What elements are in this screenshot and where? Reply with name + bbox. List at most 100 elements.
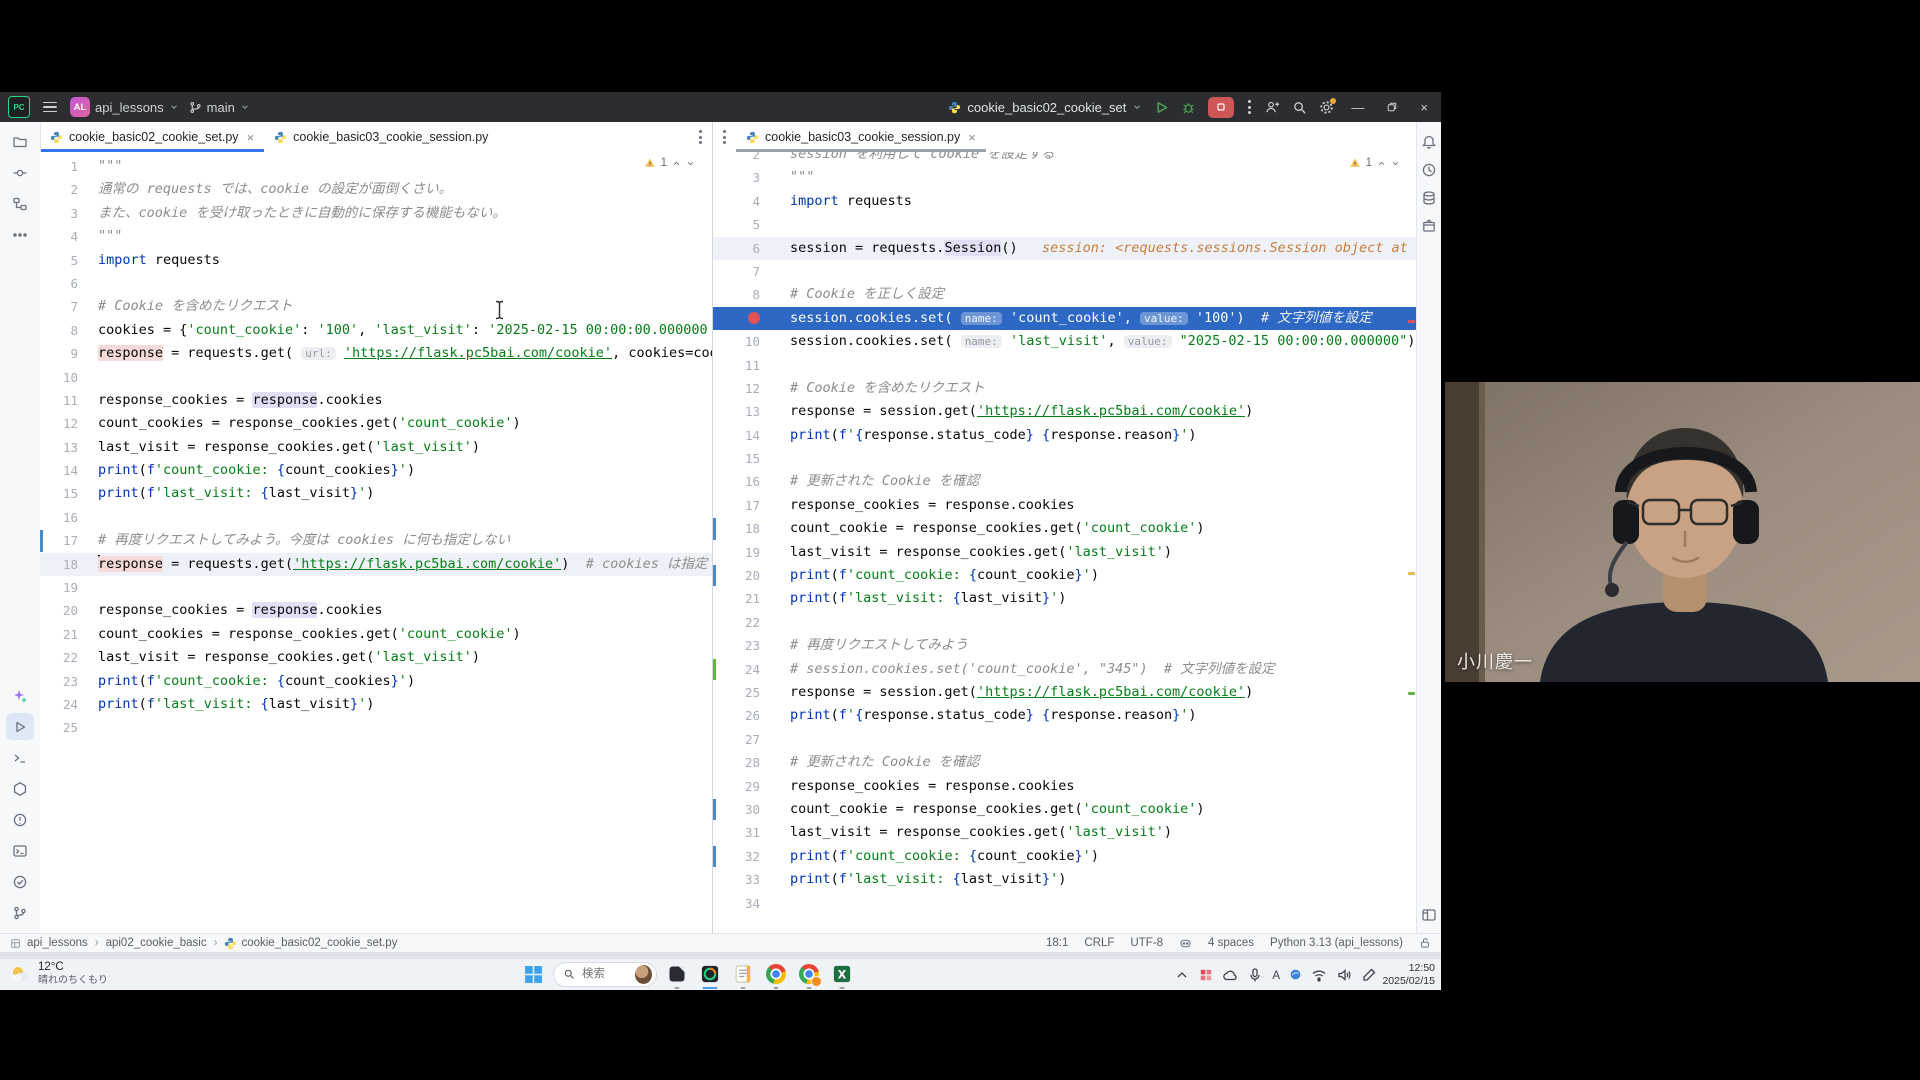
- indent-setting[interactable]: 4 spaces: [1208, 937, 1254, 949]
- gutter-right-18[interactable]: 18: [713, 517, 790, 540]
- file-encoding[interactable]: UTF-8: [1130, 937, 1163, 949]
- close-tab-icon[interactable]: ×: [968, 130, 976, 145]
- pen-icon[interactable]: [1361, 967, 1377, 983]
- tab-cookie_basic02_cookie_set.py[interactable]: cookie_basic02_cookie_set.py×: [40, 122, 264, 152]
- gutter-left-4[interactable]: 4: [40, 225, 98, 248]
- gutter-right-19[interactable]: 19: [713, 541, 790, 564]
- chevron-up-icon[interactable]: [1377, 159, 1386, 168]
- gutter-right-16[interactable]: 16: [713, 470, 790, 493]
- tab-cookie_basic03_cookie_session.py[interactable]: cookie_basic03_cookie_session.py: [264, 122, 498, 152]
- project-folder-icon[interactable]: [6, 128, 34, 155]
- gutter-right-28[interactable]: 28: [713, 751, 790, 774]
- branch-widget[interactable]: main: [189, 100, 250, 115]
- notifications-icon[interactable]: [1418, 130, 1440, 154]
- commit-icon[interactable]: [6, 159, 34, 186]
- run-tool-icon[interactable]: [6, 713, 34, 740]
- gutter-right-14[interactable]: 14: [713, 424, 790, 447]
- close-button[interactable]: ×: [1415, 100, 1433, 115]
- gutter-right-23[interactable]: 23: [713, 634, 790, 657]
- gutter-right-3[interactable]: 3: [713, 166, 790, 189]
- gutter-right-31[interactable]: 31: [713, 821, 790, 844]
- restore-button[interactable]: [1381, 101, 1403, 113]
- project-widget[interactable]: AL api_lessons: [70, 97, 179, 117]
- gutter-right-15[interactable]: 15: [713, 447, 790, 470]
- chevron-down-icon[interactable]: [686, 159, 695, 168]
- gutter-right-6[interactable]: 6: [713, 237, 790, 260]
- tab-cookie_basic03_cookie_session.py[interactable]: cookie_basic03_cookie_session.py×: [736, 122, 986, 152]
- split-menu-icon[interactable]: [713, 126, 736, 148]
- gutter-right-21[interactable]: 21: [713, 587, 790, 610]
- gutter-left-20[interactable]: 20: [40, 599, 98, 622]
- search-everywhere-icon[interactable]: [1292, 100, 1307, 115]
- code-with-me-icon[interactable]: [1265, 100, 1280, 115]
- pycharm-app-icon[interactable]: [697, 961, 723, 987]
- main-menu-icon[interactable]: [40, 99, 60, 116]
- gutter-right-7[interactable]: 7: [713, 260, 790, 283]
- copilot-icon[interactable]: [1179, 937, 1192, 950]
- editor-right[interactable]: 1 2session を利用して cookie を設定する3"""4import…: [713, 152, 1417, 933]
- breadcrumb-item[interactable]: api02_cookie_basic: [106, 937, 207, 949]
- settings-gear-icon[interactable]: [1319, 100, 1334, 115]
- gutter-left-19[interactable]: 19: [40, 576, 98, 599]
- dark-app-icon[interactable]: [664, 961, 690, 987]
- gutter-right-27[interactable]: 27: [713, 728, 790, 751]
- caret-position[interactable]: 18:1: [1046, 937, 1068, 949]
- gutter-right-4[interactable]: 4: [713, 190, 790, 213]
- stop-button[interactable]: [1208, 97, 1234, 118]
- gutter-right-20[interactable]: 20: [713, 564, 790, 587]
- notes-app-icon[interactable]: [730, 961, 756, 987]
- gutter-right-9[interactable]: [713, 307, 790, 330]
- gutter-left-9[interactable]: 9: [40, 342, 98, 365]
- debug-button[interactable]: [1181, 100, 1196, 115]
- gutter-left-11[interactable]: 11: [40, 389, 98, 412]
- onedrive-icon[interactable]: [1222, 967, 1238, 983]
- gutter-right-2[interactable]: 2: [713, 152, 790, 166]
- blue-dot-icon[interactable]: [1289, 968, 1302, 981]
- gutter-right-34[interactable]: 34: [713, 892, 790, 915]
- split-menu-icon[interactable]: [689, 126, 712, 148]
- structure-icon[interactable]: [6, 190, 34, 217]
- more-tools-icon[interactable]: [6, 221, 34, 248]
- gutter-left-14[interactable]: 14: [40, 459, 98, 482]
- gutter-right-30[interactable]: 30: [713, 798, 790, 821]
- history-icon[interactable]: [1418, 158, 1440, 182]
- excel-app-icon[interactable]: X: [829, 961, 855, 987]
- gutter-left-7[interactable]: 7: [40, 295, 98, 318]
- database-icon[interactable]: [1418, 186, 1440, 210]
- gutter-left-15[interactable]: 15: [40, 482, 98, 505]
- tray-expand-icon[interactable]: [1174, 967, 1190, 983]
- layout-icon[interactable]: [1418, 903, 1440, 927]
- services-icon[interactable]: [6, 775, 34, 802]
- editor-left[interactable]: 1 1"""2通常の requests では、cookie の設定が面倒くさい。…: [40, 152, 712, 933]
- gutter-left-25[interactable]: 25: [40, 716, 98, 739]
- unlocked-icon[interactable]: [1419, 937, 1431, 949]
- version-control-icon[interactable]: [6, 899, 34, 926]
- gutter-right-13[interactable]: 13: [713, 400, 790, 423]
- breadcrumb-item[interactable]: cookie_basic02_cookie_set.py: [224, 937, 397, 950]
- gutter-left-16[interactable]: 16: [40, 506, 98, 529]
- ai-assistant-icon[interactable]: [6, 682, 34, 709]
- gutter-right-25[interactable]: 25: [713, 681, 790, 704]
- inspections-widget[interactable]: 1: [1344, 156, 1405, 170]
- gutter-left-5[interactable]: 5: [40, 249, 98, 272]
- gutter-left-10[interactable]: 10: [40, 366, 98, 389]
- gutter-left-23[interactable]: 23: [40, 670, 98, 693]
- wifi-icon[interactable]: [1311, 967, 1327, 983]
- gutter-right-26[interactable]: 26: [713, 704, 790, 727]
- gutter-right-24[interactable]: 24: [713, 658, 790, 681]
- gutter-left-12[interactable]: 12: [40, 412, 98, 435]
- office-grid-icon[interactable]: [1199, 968, 1213, 982]
- chevron-up-icon[interactable]: [672, 159, 681, 168]
- gutter-left-22[interactable]: 22: [40, 646, 98, 669]
- taskbar-clock[interactable]: 12:50 2025/02/15: [1382, 962, 1435, 988]
- breadcrumb-item[interactable]: api_lessons: [27, 937, 88, 949]
- start-button[interactable]: [520, 961, 546, 987]
- gutter-left-3[interactable]: 3: [40, 202, 98, 225]
- gutter-left-13[interactable]: 13: [40, 436, 98, 459]
- gutter-right-22[interactable]: 22: [713, 611, 790, 634]
- line-separator[interactable]: CRLF: [1084, 937, 1114, 949]
- ime-indicator[interactable]: A: [1272, 966, 1280, 984]
- close-tab-icon[interactable]: ×: [247, 130, 255, 145]
- python-interpreter[interactable]: Python 3.13 (api_lessons): [1270, 937, 1403, 949]
- gutter-right-8[interactable]: 8: [713, 283, 790, 306]
